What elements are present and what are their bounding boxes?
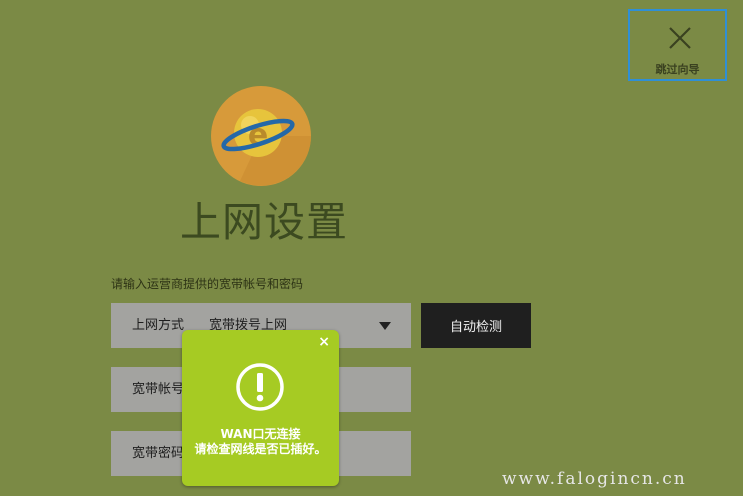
page-title: 上网设置 — [180, 198, 348, 246]
account-label: 宽带帐号 — [132, 382, 185, 397]
password-label: 宽带密码 — [132, 446, 185, 461]
popup-message-line2: 请检查网线是否已插好。 — [194, 442, 327, 456]
internet-logo-icon: e — [211, 86, 311, 186]
connection-type-label: 上网方式 — [132, 318, 185, 333]
auto-detect-button[interactable]: 自动检测 — [421, 303, 531, 348]
wan-error-popup: × WAN口无连接 请检查网线是否已插好。 — [182, 330, 339, 486]
popup-close-button[interactable]: × — [318, 334, 330, 350]
skip-wizard-label: 跳过向导 — [655, 63, 700, 76]
skip-wizard-button[interactable]: 跳过向导 — [628, 9, 727, 81]
instruction-text: 请输入运营商提供的宽带帐号和密码 — [111, 277, 304, 291]
popup-message-line1: WAN口无连接 — [220, 427, 301, 441]
warning-icon — [236, 363, 284, 411]
watermark: www.falogincn.cn — [502, 469, 687, 489]
close-icon — [669, 27, 691, 49]
chevron-down-icon[interactable] — [379, 322, 391, 330]
popup-message: WAN口无连接 请检查网线是否已插好。 — [182, 427, 339, 457]
